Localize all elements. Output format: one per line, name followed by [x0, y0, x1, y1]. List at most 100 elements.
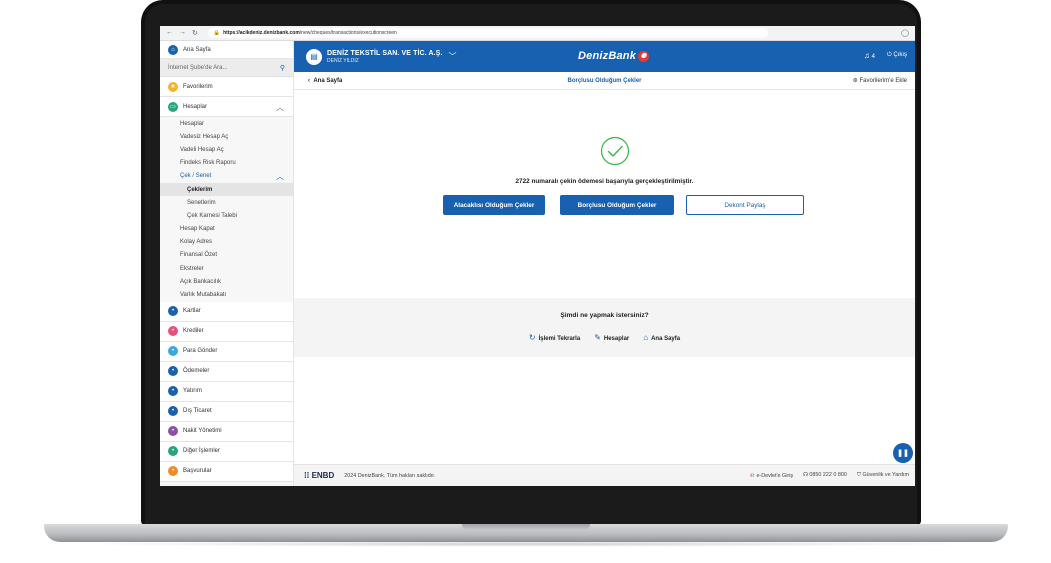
share-receipt-button[interactable]: Dekont Paylaş: [686, 195, 804, 215]
screen: ← → ↻ 🔒 https://acikdeniz.denizbank.com /…: [160, 26, 915, 486]
home-link[interactable]: ⌂ Ana Sayfa: [643, 333, 680, 342]
phone-number: 0850 222 0 800: [809, 472, 847, 478]
sidebar-item[interactable]: • Ödemeler: [160, 361, 293, 382]
chevron-down-icon[interactable]: ﹀: [449, 51, 457, 62]
brand-name: DenizBank: [578, 50, 637, 62]
sidebar-cheque-item[interactable]: Çek Karnesi Talebi: [160, 209, 293, 222]
edevlet-link[interactable]: ℮ e-Devlet'e Giriş: [750, 472, 793, 479]
company-selector[interactable]: ▤ DENİZ TEKSTİL SAN. VE TİC. A.Ş. DENİZ …: [294, 48, 457, 65]
edevlet-label: e-Devlet'e Giriş: [756, 473, 794, 479]
sidebar-item[interactable]: • Diğer İşlemler: [160, 441, 293, 462]
security-help-link[interactable]: ⛉ Güvenlik ve Yardım: [857, 472, 909, 479]
enbd-logo-text: ENBD: [311, 471, 335, 480]
sidebar-item-cheque[interactable]: Çek / Senet ︿: [160, 169, 293, 183]
sidebar-subitem[interactable]: Findeks Risk Raporu: [160, 156, 293, 170]
bell-icon: ♫: [863, 51, 870, 60]
other-icon: •: [168, 446, 178, 457]
lock-icon: 🔒: [213, 30, 221, 36]
payments-icon: •: [168, 366, 178, 377]
next-steps-question: Şimdi ne yapmak istersiniz?: [560, 312, 649, 319]
security-help-label: Güvenlik ve Yardım: [862, 472, 909, 478]
applications-icon: •: [168, 466, 178, 477]
denizbank-logo[interactable]: DenizBank ✺: [578, 50, 650, 62]
phone-link[interactable]: ☊ 0850 222 0 800: [803, 472, 847, 479]
sidebar-item[interactable]: • Krediler: [160, 321, 293, 342]
sidebar-item-label: Nakit Yönetimi: [183, 428, 222, 435]
card-icon: •: [168, 306, 178, 317]
sidebar-search[interactable]: İnternet Şube'de Ara... ⚲: [160, 59, 293, 77]
chevron-up-icon[interactable]: ︿: [276, 102, 284, 113]
sidebar-item-label: Diğer İşlemler: [183, 448, 221, 455]
sidebar-item[interactable]: • Başvurular: [160, 461, 293, 482]
edit-icon: ✎: [594, 333, 601, 342]
sidebar-item-label: Para Gönder: [183, 348, 218, 355]
next-steps-panel: Şimdi ne yapmak istersiniz? ↻ İşlemi Tekr…: [294, 298, 915, 357]
back-link[interactable]: ‹ Ana Sayfa: [294, 78, 342, 84]
sidebar-item-label: Başvurular: [183, 468, 212, 475]
cash-management-icon: •: [168, 426, 178, 437]
sidebar-item-accounts[interactable]: ▭ Hesaplar ︿: [160, 97, 293, 117]
sidebar-item-favorites[interactable]: ★ Favorilerim: [160, 77, 293, 97]
sidebar-item-label: Çek / Senet: [180, 173, 212, 180]
back-label: Ana Sayfa: [313, 77, 343, 84]
laptop-shadow: [70, 541, 982, 547]
sidebar-item[interactable]: • Dış Ticaret: [160, 401, 293, 422]
page-title: Borçlusu Olduğum Çekler: [567, 77, 642, 84]
laptop-mockup: ← → ↻ 🔒 https://acikdeniz.denizbank.com /…: [0, 0, 1051, 563]
sidebar-item-label: Favorilerim: [183, 83, 213, 90]
sidebar-cheque-item[interactable]: Senetlerim: [160, 196, 293, 209]
address-bar[interactable]: 🔒 https://acikdeniz.denizbank.com/new/ch…: [207, 28, 768, 38]
sidebar-item[interactable]: • Nakit Yönetimi: [160, 421, 293, 442]
headset-icon: ☊: [803, 472, 808, 478]
add-favorite-button[interactable]: ⊛ Favorilerim'e Ekle: [853, 77, 907, 84]
accounts-link[interactable]: ✎ Hesaplar: [594, 333, 629, 342]
loan-icon: •: [168, 326, 178, 337]
creditor-cheques-button[interactable]: Alacaklısı Olduğum Çekler: [443, 195, 545, 215]
search-icon[interactable]: ⚲: [280, 64, 285, 72]
top-bar: ▤ DENİZ TEKSTİL SAN. VE TİC. A.Ş. DENİZ …: [294, 41, 915, 72]
logout-button[interactable]: ⏻ Çıkış: [887, 52, 907, 59]
sidebar-subitem[interactable]: Kolay Adres: [160, 235, 293, 249]
add-favorite-label: Favorilerim'e Ekle: [859, 78, 908, 84]
forward-arrow-icon[interactable]: →: [179, 29, 186, 37]
reload-icon[interactable]: ↻: [192, 29, 198, 37]
back-arrow-icon[interactable]: ←: [166, 29, 173, 37]
repeat-transaction-link[interactable]: ↻ İşlemi Tekrarla: [529, 333, 580, 342]
sidebar-subitem[interactable]: Hesaplar: [160, 117, 293, 131]
sidebar-subitem[interactable]: Finansal Özet: [160, 248, 293, 263]
sidebar-item-label: Ana Sayfa: [183, 46, 211, 53]
star-outline-icon: ⊛: [852, 78, 858, 84]
notifications-button[interactable]: ♫ 4: [864, 51, 875, 60]
foreign-trade-icon: •: [168, 406, 178, 417]
star-icon: ★: [168, 81, 178, 92]
brand-seal-icon: ✺: [638, 50, 650, 62]
sidebar: ⌂ Ana Sayfa İnternet Şube'de Ara... ⚲ ★ …: [160, 41, 294, 486]
sidebar-item-home[interactable]: ⌂ Ana Sayfa: [160, 41, 293, 59]
sidebar-subitem[interactable]: Ekstreler: [160, 262, 293, 276]
sidebar-subitem[interactable]: Açık Bankacılık: [160, 275, 293, 289]
accounts-label: Hesaplar: [603, 336, 630, 342]
wallet-icon: ▭: [168, 101, 178, 112]
edevlet-icon: ℮: [750, 472, 755, 479]
sidebar-subitem[interactable]: Vadeli Hesap Aç: [160, 143, 293, 157]
power-icon: ⏻: [886, 52, 892, 58]
sidebar-cheque-item[interactable]: Çeklerim: [160, 182, 293, 197]
home-icon: ⌂: [168, 44, 178, 55]
repeat-label: İşlemi Tekrarla: [538, 336, 581, 342]
sidebar-item[interactable]: • Para Gönder: [160, 341, 293, 362]
profile-icon[interactable]: ◯: [901, 29, 909, 37]
sidebar-subitem[interactable]: Hesap Kapat: [160, 222, 293, 236]
chevron-up-icon[interactable]: ︿: [276, 171, 284, 182]
sidebar-item[interactable]: • Yatırım: [160, 381, 293, 402]
enbd-logo: ⁞⁞ ENBD: [304, 471, 335, 480]
sidebar-item-label: Yatırım: [183, 388, 202, 395]
sidebar-subitem[interactable]: Varlık Mutabakatı: [160, 288, 293, 302]
user-name: DENİZ YILDIZ: [327, 57, 359, 64]
debtor-cheques-button[interactable]: Borçlusu Olduğum Çekler: [560, 195, 674, 215]
pause-button[interactable]: ❚❚: [893, 443, 913, 463]
home-outline-icon: ⌂: [643, 333, 649, 342]
sidebar-item[interactable]: • Kartlar: [160, 301, 293, 322]
shield-icon: ⛉: [856, 472, 861, 478]
success-message: 2722 numaralı çekin ödemesi başarıyla ge…: [515, 178, 694, 185]
sidebar-subitem[interactable]: Vadesiz Hesap Aç: [160, 130, 293, 144]
